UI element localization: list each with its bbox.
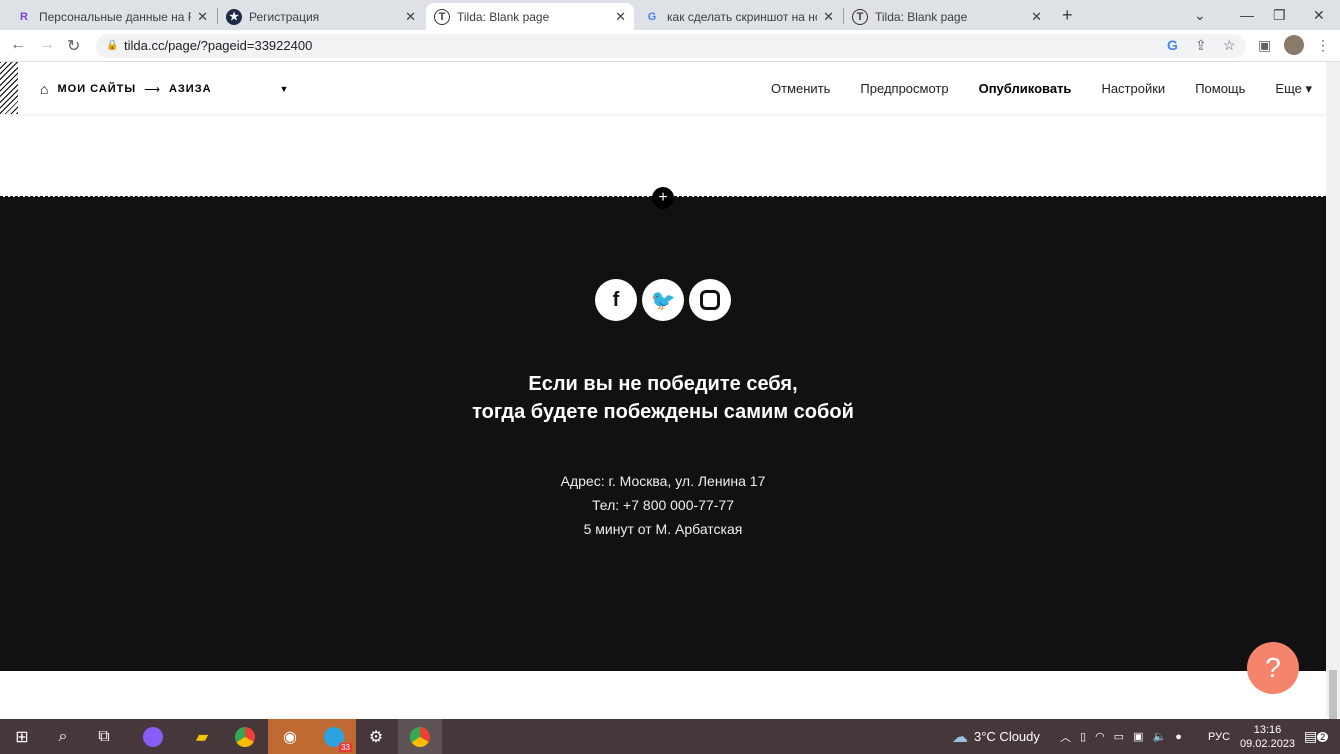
instagram-icon[interactable] [689,279,731,321]
tab-strip: R Персональные данные на Freel ✕ ★ Регистра… [0,0,1340,30]
settings-icon[interactable]: ⚙ [354,719,398,754]
tab-registration[interactable]: ★ Регистрация ✕ [218,3,424,30]
file-explorer-icon[interactable]: ▰ [180,719,224,754]
start-button[interactable]: ⊞ [0,719,44,754]
tab-search-button[interactable]: ⌄ [1194,0,1206,30]
quote-line-2: тогда будете побеждены самим собой [472,401,854,423]
forward-button[interactable]: → [39,36,55,54]
address-bar-row: ← → ↻ 🔒 tilda.cc/page/?pageid=33922400 G … [0,30,1340,62]
share-icon[interactable]: ⇪ [1195,37,1207,54]
breadcrumb-sites[interactable]: МОИ САЙТЫ [57,83,136,95]
scrollbar[interactable] [1326,62,1340,748]
minimize-button[interactable]: — [1240,0,1254,30]
new-tab-button[interactable]: + [1062,0,1073,30]
footer-quote: Если вы не победите себя, тогда будете п… [0,370,1326,426]
clock[interactable]: 13:16 09.02.2023 [1240,719,1295,754]
help-menu-button[interactable]: Помощь [1195,81,1245,97]
home-icon[interactable]: ⌂ [40,81,49,97]
help-button[interactable]: ? [1247,642,1299,694]
cloud-icon: ☁ [952,728,968,746]
freelance-icon: R [20,10,28,23]
google-icon: G [647,10,657,23]
facebook-icon[interactable]: f [595,279,637,321]
tab-title: Tilda: Blank page [875,9,968,24]
phone-text: Тел: +7 800 000-77-77 [592,497,734,513]
google-lens-icon[interactable]: G [1167,37,1178,53]
close-icon[interactable]: ✕ [197,9,208,25]
url-input[interactable]: 🔒 tilda.cc/page/?pageid=33922400 [96,34,1246,58]
tab-title: Tilda: Blank page [457,9,550,24]
preview-button[interactable]: Предпросмотр [860,81,948,97]
close-icon[interactable]: ✕ [405,9,416,25]
language-indicator[interactable]: РУС [1208,719,1230,754]
app-icon-orange[interactable]: ◉ [268,719,312,754]
date: 09.02.2023 [1240,737,1296,750]
tab-title: как сделать скриншот на ноутб [667,9,817,24]
zigzag-decoration [0,62,18,114]
publish-button[interactable]: Опубликовать [979,81,1072,97]
tab-tilda-active[interactable]: T Tilda: Blank page ✕ [426,3,634,30]
twitter-icon[interactable]: 🐦 [642,279,684,321]
tab-google[interactable]: Gкак сделать скриншот на ноутб ✕ [636,3,842,30]
tab-title: Регистрация [249,9,320,24]
contact-info: Адрес: г. Москва, ул. Ленина 17 Тел: +7 … [0,469,1326,541]
footer-block: f 🐦 Если вы не победите себя, тогда буде… [0,197,1326,671]
chrome-icon[interactable] [223,719,267,754]
weather-widget[interactable]: ☁ 3°C Cloudy [952,719,1040,754]
undo-button[interactable]: Отменить [771,81,830,97]
meet-icon[interactable]: ▯ [1080,730,1086,743]
address-text: Адрес: г. Москва, ул. Ленина 17 [560,473,766,489]
breadcrumb: ⌂ МОИ САЙТЫ ⟶ АЗИЗА ▼ [40,81,289,97]
project-dropdown-icon[interactable]: ▼ [280,84,290,94]
tab-title: Персональные данные на Freel [39,9,191,24]
notifications-icon[interactable]: ▤ 2 [1304,719,1329,754]
tilda-header: ⌂ МОИ САЙТЫ ⟶ АЗИЗА ▼ Отменить Предпросм… [0,62,1326,114]
more-button[interactable]: Еще ▾ [1275,81,1312,97]
search-icon[interactable]: ⌕ [41,719,85,754]
bookmark-star-icon[interactable]: ☆ [1223,37,1236,54]
url-text: tilda.cc/page/?pageid=33922400 [124,38,313,53]
tab-tilda-2[interactable]: T Tilda: Blank page ✕ [844,3,1050,30]
task-view-icon[interactable]: ⧉ [82,719,126,754]
alice-icon[interactable] [131,719,175,754]
side-panel-icon[interactable]: ▣ [1258,37,1271,54]
menu-dots-icon[interactable]: ⋮ [1316,37,1330,54]
notification-count: 2 [1317,731,1329,742]
tilda-icon: T [852,8,868,25]
close-icon[interactable]: ✕ [823,9,834,25]
system-tray: ︿ ▯ ◠ ▭ ▣ 🔈 ● [1060,719,1182,754]
volume-icon[interactable]: 🔈 [1152,730,1166,743]
quote-line-1: Если вы не победите себя, [528,373,798,395]
close-window-button[interactable]: ✕ [1313,0,1325,30]
windows-taskbar: ⊞ ⌕ ⧉ ▰ ◉ 33 ⚙ ☁ 3°C Cloudy ︿ ▯ ◠ ▭ ▣ 🔈 ● РУС 1… [0,719,1340,754]
metro-text: 5 минут от М. Арбатская [583,521,743,537]
chevron-up-icon[interactable]: ︿ [1060,729,1071,745]
telegram-badge: 33 [339,742,352,752]
weather-text: 3°C Cloudy [974,729,1040,744]
close-icon[interactable]: ✕ [615,9,626,25]
chrome-active-icon[interactable] [398,719,442,754]
tilda-icon: T [434,8,450,25]
tilda-editor: ⌂ МОИ САЙТЫ ⟶ АЗИЗА ▼ Отменить Предпросм… [0,62,1326,717]
breadcrumb-project[interactable]: АЗИЗА [169,83,212,95]
telegram-icon[interactable]: 33 [312,719,356,754]
arrow-icon: ⟶ [144,83,161,96]
close-icon[interactable]: ✕ [1031,9,1042,25]
editor-menu: Отменить Предпросмотр Опубликовать Настр… [771,81,1312,97]
wifi-icon[interactable]: ◠ [1095,730,1105,743]
battery-icon[interactable]: ▭ [1114,730,1124,743]
network-error-icon[interactable]: ● [1175,731,1182,743]
tab-freelance[interactable]: R Персональные данные на Freel ✕ [8,3,216,30]
lock-icon: 🔒 [106,40,119,51]
time: 13:16 [1253,723,1282,736]
device-icon[interactable]: ▣ [1133,730,1143,743]
social-links: f 🐦 [595,279,731,321]
back-button[interactable]: ← [10,36,26,54]
settings-button[interactable]: Настройки [1101,81,1165,97]
reload-button[interactable]: ↻ [67,36,80,56]
star-icon: ★ [226,8,242,25]
profile-avatar[interactable] [1284,35,1304,55]
maximize-button[interactable]: ❐ [1273,0,1286,30]
add-block-button[interactable]: + [652,187,674,209]
